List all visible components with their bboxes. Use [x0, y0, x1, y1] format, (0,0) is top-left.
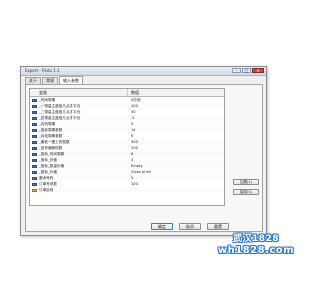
watermark-line-1: 武汉1828 — [232, 234, 280, 244]
minimize-button[interactable]: – — [232, 68, 241, 73]
int-param-icon — [32, 170, 37, 174]
tab-inputs[interactable]: 输入参数 — [59, 76, 83, 84]
int-param-icon — [32, 110, 37, 114]
int-param-icon — [32, 152, 37, 156]
ok-button[interactable]: 确定 — [151, 223, 173, 230]
maximize-button[interactable]: □ — [242, 68, 251, 73]
expert-properties-dialog: Expert - Rsdu 1.1 – □ ✕ 关于 常规 输入参数 变量 数值… — [20, 66, 267, 236]
tab-about[interactable]: 关于 — [25, 77, 41, 84]
int-param-icon — [32, 182, 37, 186]
int-param-icon — [32, 98, 37, 102]
save-button[interactable]: 保存(S) — [233, 189, 259, 195]
parameters-grid: 变量 数值 _时间周期 5分钟 _一带量主盘指几点才平仓 100 _二带量主盘指几点才平… — [29, 88, 225, 206]
tab-strip: 关于 常规 输入参数 — [25, 76, 84, 84]
grid-header: 变量 数值 — [30, 89, 224, 97]
bool-param-icon — [32, 188, 37, 192]
tab-common[interactable]: 常规 — [42, 77, 58, 84]
cancel-button[interactable]: 取消 — [179, 223, 201, 230]
int-param-icon — [32, 164, 37, 168]
watermark-line-2: wh1828.com — [217, 245, 295, 256]
int-param-icon — [32, 140, 37, 144]
int-param-icon — [32, 158, 37, 162]
int-param-icon — [32, 116, 37, 120]
int-param-icon — [32, 134, 37, 138]
header-value[interactable]: 数值 — [128, 89, 224, 96]
reset-button[interactable]: 重置 — [207, 223, 229, 230]
site-watermark: 武汉1828 wh1828.com — [216, 234, 296, 256]
load-button[interactable]: 加载(L) — [233, 179, 259, 185]
window-title: Expert - Rsdu 1.1 — [25, 68, 60, 73]
inputs-panel: 变量 数值 _时间周期 5分钟 _一带量主盘指几点才平仓 100 _二带量主盘指几点才平… — [25, 84, 263, 232]
parameter-value[interactable]: 100 — [128, 181, 224, 187]
header-variable[interactable]: 变量 — [30, 89, 128, 96]
close-button[interactable]: ✕ — [252, 68, 264, 73]
int-param-icon — [32, 104, 37, 108]
window-controls: – □ ✕ — [232, 68, 264, 74]
grid-body: _时间周期 5分钟 _一带量主盘指几点才平仓 100 _二带量主盘指几点才平仓 50 _四带… — [30, 97, 224, 193]
int-param-icon — [32, 128, 37, 132]
parameter-name: 订单反转 — [39, 188, 54, 192]
int-param-icon — [32, 146, 37, 150]
title-bar[interactable]: Expert - Rsdu 1.1 – □ ✕ — [21, 67, 266, 76]
parameter-row[interactable]: 订单反转 — [30, 187, 224, 193]
int-param-icon — [32, 122, 37, 126]
int-param-icon — [32, 176, 37, 180]
